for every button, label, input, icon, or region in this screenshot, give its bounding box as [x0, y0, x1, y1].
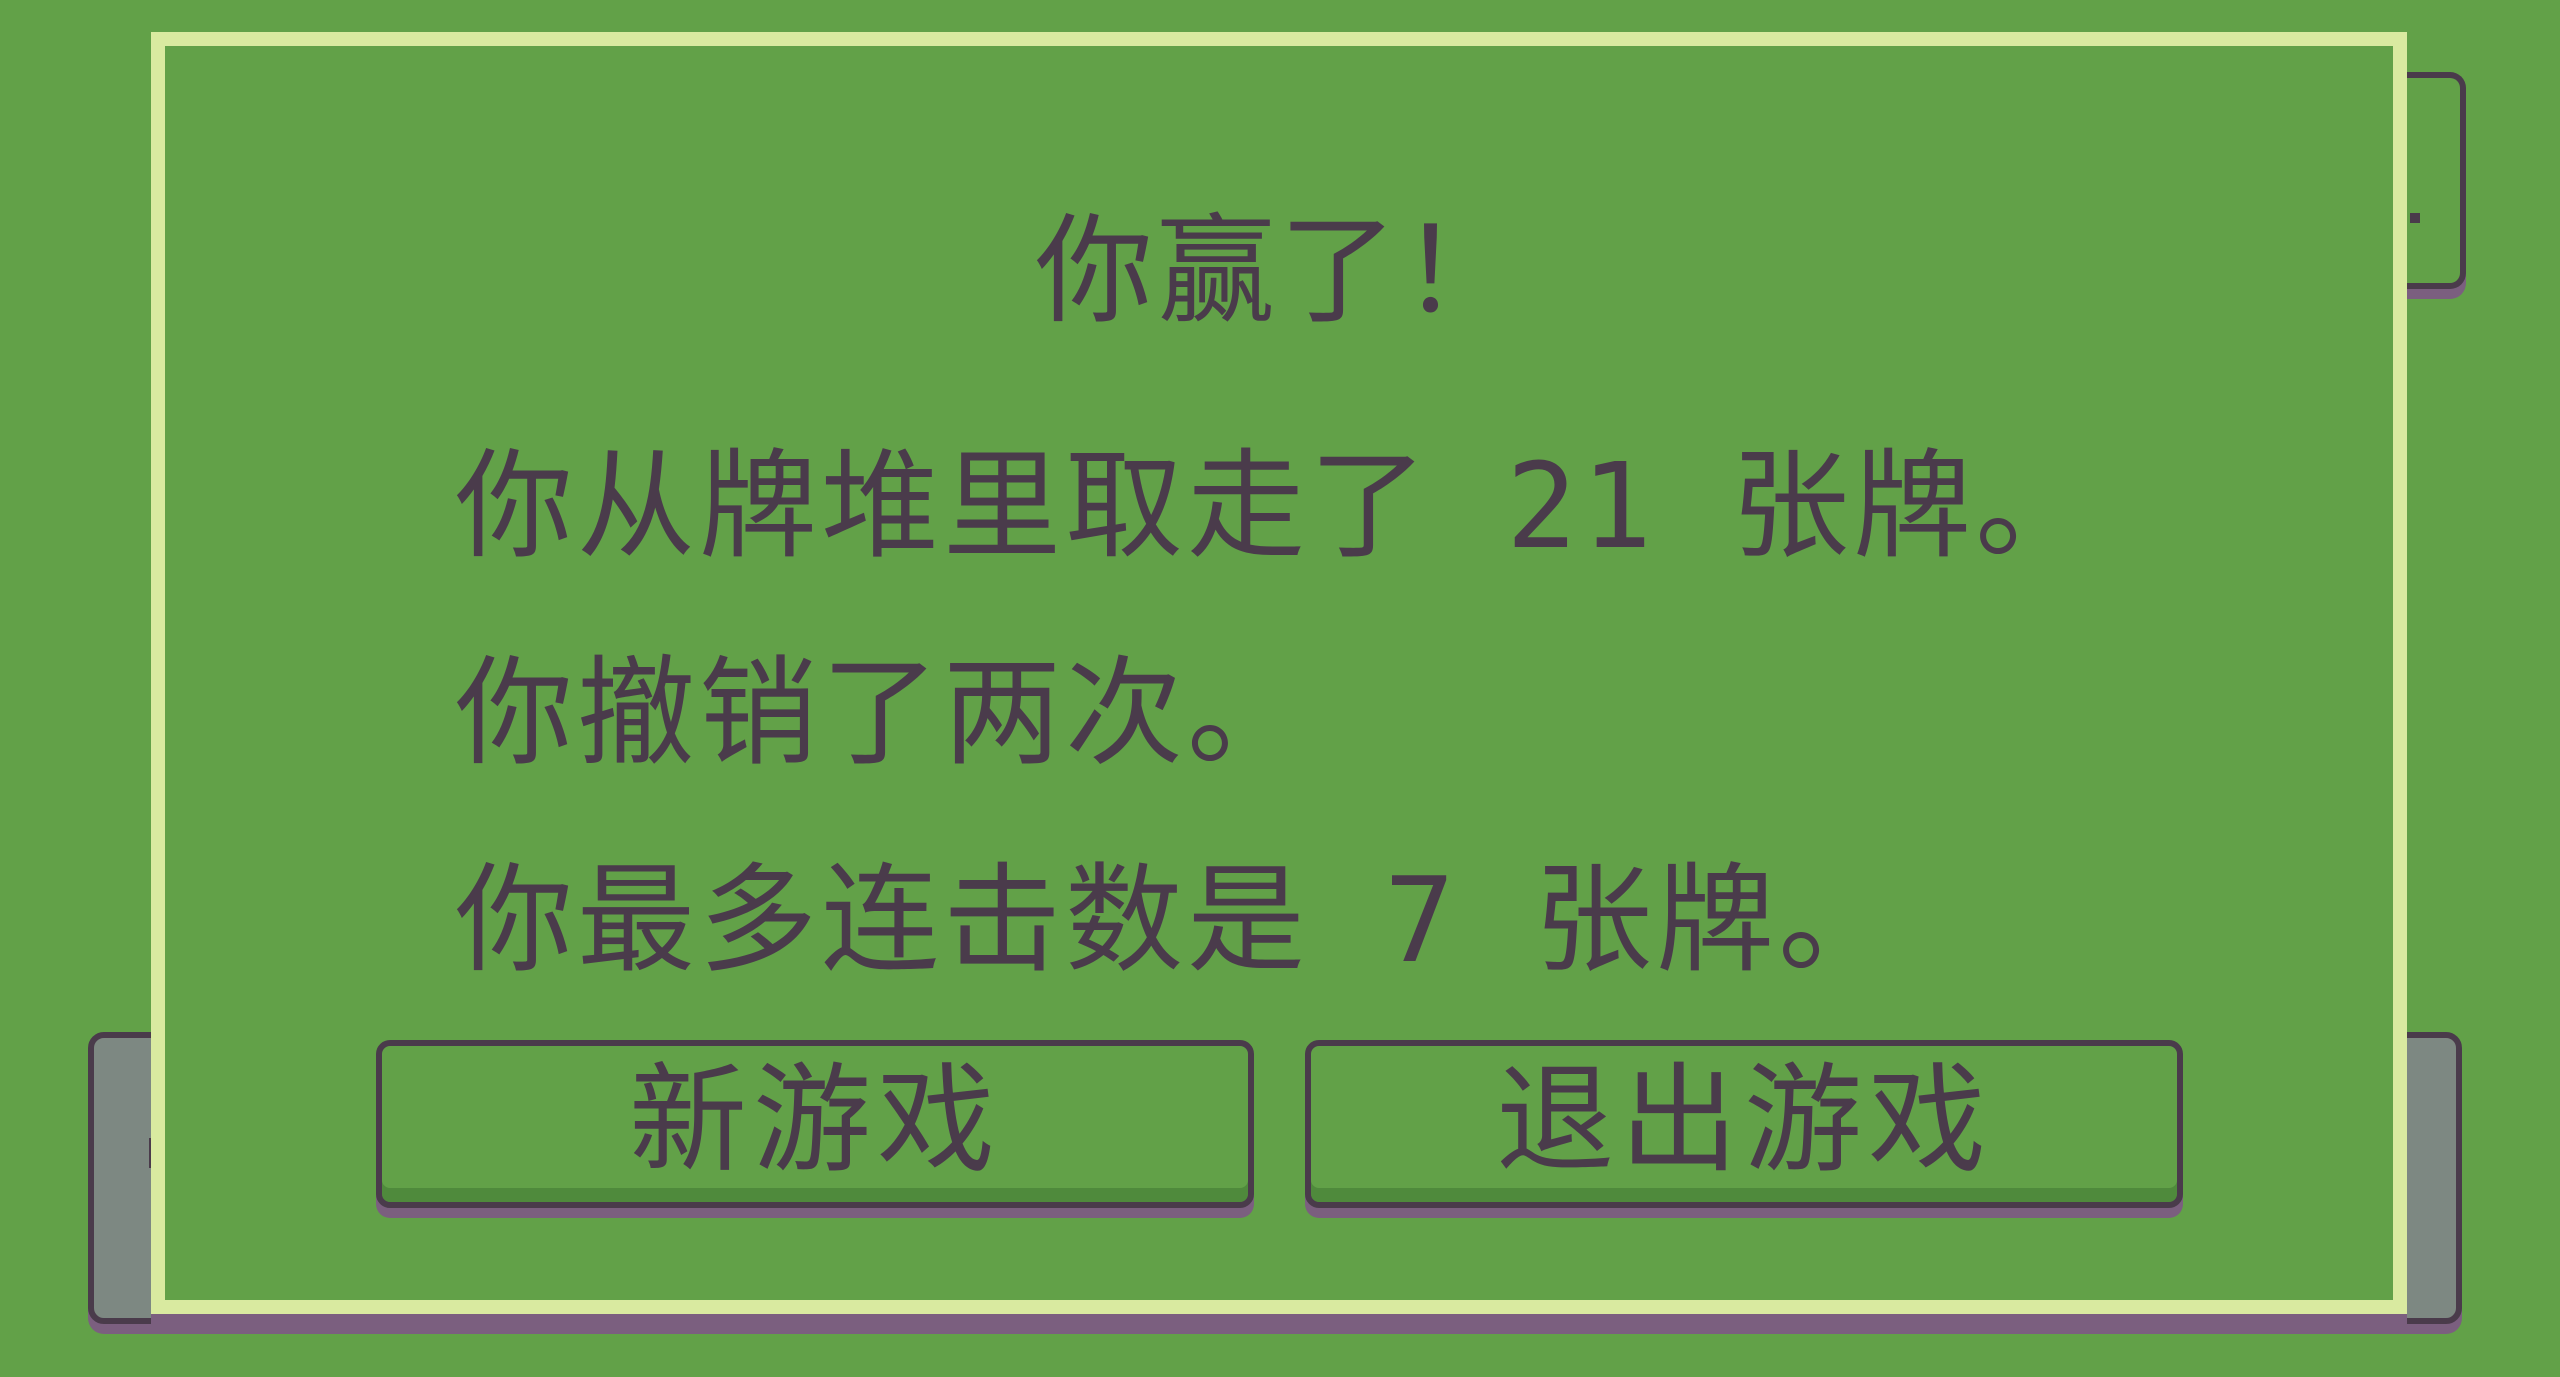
panel-mark	[2410, 213, 2420, 223]
stat-cards-taken: 你从牌堆里取走了 21 张牌。	[455, 437, 2098, 575]
stat-undos: 你撤销了两次。	[455, 644, 1310, 782]
dialog-title: 你赢了！	[1034, 202, 1523, 340]
win-dialog: 你赢了！ 你从牌堆里取走了 21 张牌。 你撤销了两次。 你最多连击数是 7 张…	[151, 32, 2407, 1314]
new-game-button[interactable]: 新游戏	[376, 1040, 1254, 1208]
stat-max-combo: 你最多连击数是 7 张牌。	[455, 851, 1901, 989]
game-screen: 你赢了！ 你从牌堆里取走了 21 张牌。 你撤销了两次。 你最多连击数是 7 张…	[0, 0, 2560, 1377]
quit-game-button[interactable]: 退出游戏	[1305, 1040, 2183, 1208]
